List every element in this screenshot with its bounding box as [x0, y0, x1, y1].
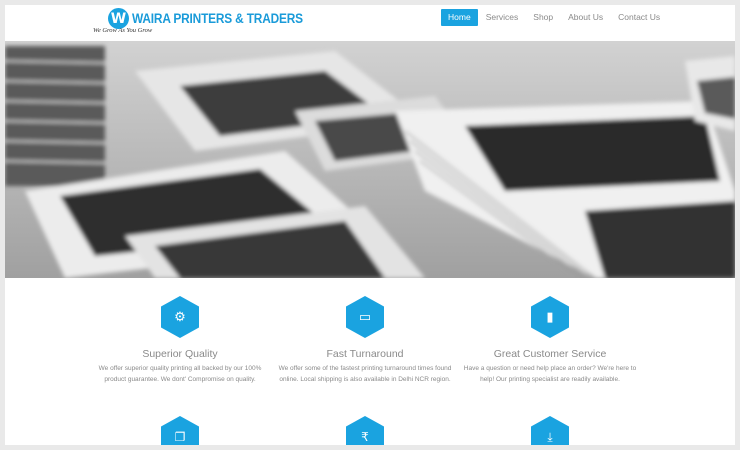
- logo-mark: W: [108, 8, 129, 29]
- gears-icon: ⚙: [161, 296, 199, 338]
- feature-title: Superior Quality: [142, 348, 218, 360]
- brand-logo[interactable]: W WAIRA PRINTERS & TRADERS We Grow As Yo…: [93, 7, 303, 39]
- copy-icon: ❐: [161, 416, 199, 445]
- book-icon: ▮: [531, 296, 569, 338]
- feature-great-customer-service: ▮ Great Customer Service Have a question…: [460, 296, 640, 385]
- hero-image: [5, 41, 735, 278]
- nav-services[interactable]: Services: [479, 9, 526, 26]
- feature-text: We offer some of the fastest printing tu…: [278, 365, 452, 383]
- feature-text: We offer superior quality printing all b…: [98, 365, 262, 383]
- brand-name: WAIRA PRINTERS & TRADERS: [132, 11, 303, 26]
- site-header: W WAIRA PRINTERS & TRADERS We Grow As Yo…: [5, 5, 735, 41]
- page-frame: W WAIRA PRINTERS & TRADERS We Grow As Yo…: [5, 5, 735, 445]
- feature-superior-quality: ⚙ Superior Quality We offer superior qua…: [90, 296, 270, 385]
- feature-title: Great Customer Service: [493, 348, 607, 360]
- feature-fast-turnaround: ▭ Fast Turnaround We offer some of the f…: [275, 296, 455, 385]
- nav-shop[interactable]: Shop: [526, 9, 560, 26]
- nav-about-us[interactable]: About Us: [561, 9, 610, 26]
- rupee-icon: ₹: [346, 416, 384, 445]
- feature-title: Fast Turnaround: [326, 348, 404, 360]
- brand-tagline: We Grow As You Grow: [93, 27, 153, 34]
- monitor-icon: ▭: [346, 296, 384, 338]
- nav-home[interactable]: Home: [441, 9, 478, 26]
- nav-contact-us[interactable]: Contact Us: [611, 9, 667, 26]
- features-section: ⚙ Superior Quality We offer superior qua…: [5, 278, 735, 445]
- main-nav: Home Services Shop About Us Contact Us: [441, 9, 668, 26]
- feature-text: Have a question or need help place an or…: [463, 365, 637, 383]
- download-icon: ⤓: [531, 416, 569, 445]
- hero-photo-printed-sheets: [5, 41, 735, 278]
